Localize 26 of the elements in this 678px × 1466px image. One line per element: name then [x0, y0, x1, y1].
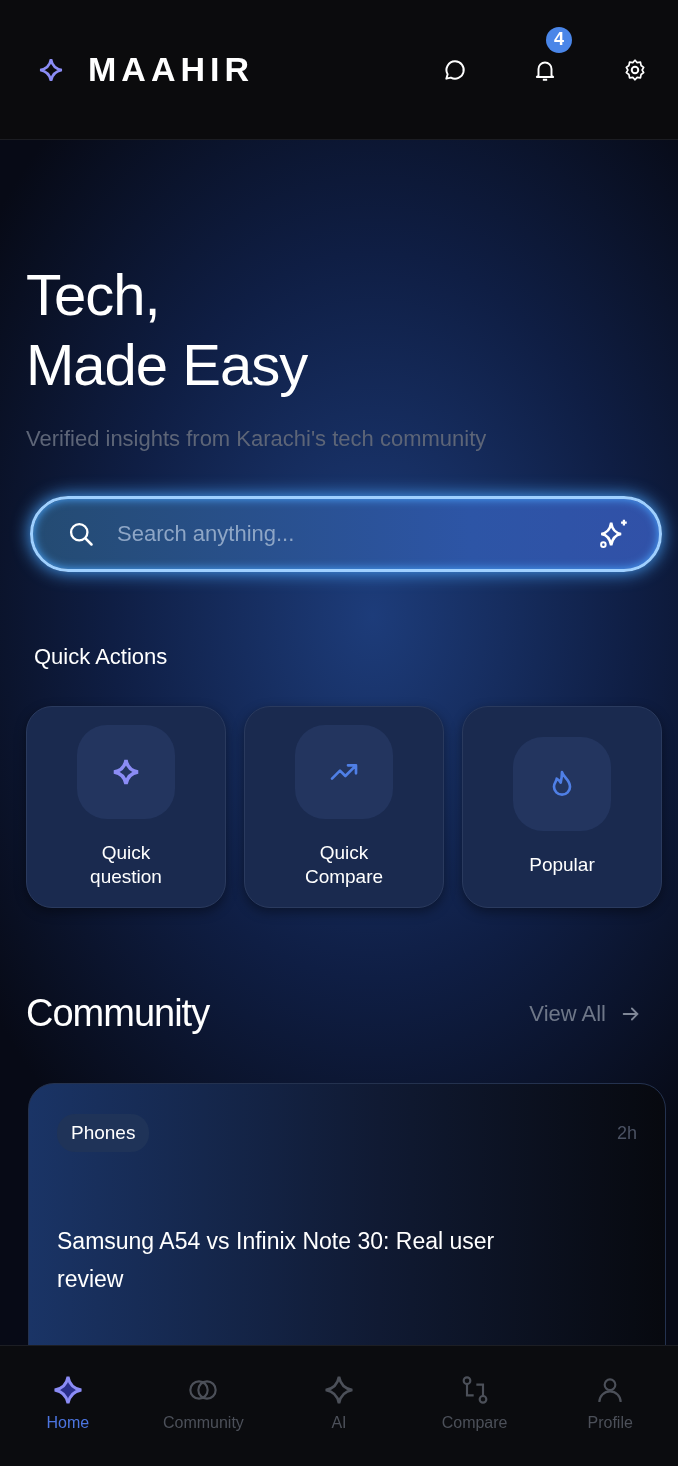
view-all-link[interactable]: View All	[529, 1000, 642, 1027]
post-card[interactable]: Phones 2h Samsung A54 vs Infinix Note 30: Real user review	[28, 1083, 666, 1345]
nav-tab[interactable]: AI	[279, 1373, 399, 1433]
quick-action-card[interactable]: Quick Compare	[244, 706, 444, 908]
post-title: Samsung A54 vs Infinix Note 30: Real user review	[57, 1227, 496, 1294]
sparkle-icon	[323, 1374, 355, 1406]
search-field[interactable]: Search anything...	[115, 520, 577, 548]
nav-tab[interactable]: Community	[143, 1373, 264, 1433]
hero-subtitle: Verified insights from Karachi's tech community	[26, 426, 488, 452]
hero-title: Tech,	[26, 261, 160, 329]
sparkle-icon	[38, 56, 64, 83]
quick-action-card[interactable]: Popular	[462, 706, 662, 908]
nav-tab[interactable]: Compare	[414, 1373, 535, 1433]
nav-tab[interactable]: Home	[7, 1373, 128, 1433]
hero-title: Made Easy	[26, 331, 308, 399]
search-bar[interactable]: Search anything...	[30, 496, 662, 572]
quick-action-card[interactable]: Quick question	[26, 706, 226, 908]
brand-name: MAAHIR	[88, 50, 254, 89]
category-tag: Phones	[57, 1114, 150, 1152]
section-title: Community	[26, 992, 210, 1035]
section-title: Quick Actions	[34, 644, 169, 670]
search-icon	[67, 520, 95, 548]
post-time: 2h	[616, 1122, 637, 1144]
notification-badge: 4	[546, 26, 572, 53]
nav-tab[interactable]: Profile	[550, 1373, 671, 1433]
sparkle-icon	[51, 1374, 84, 1406]
